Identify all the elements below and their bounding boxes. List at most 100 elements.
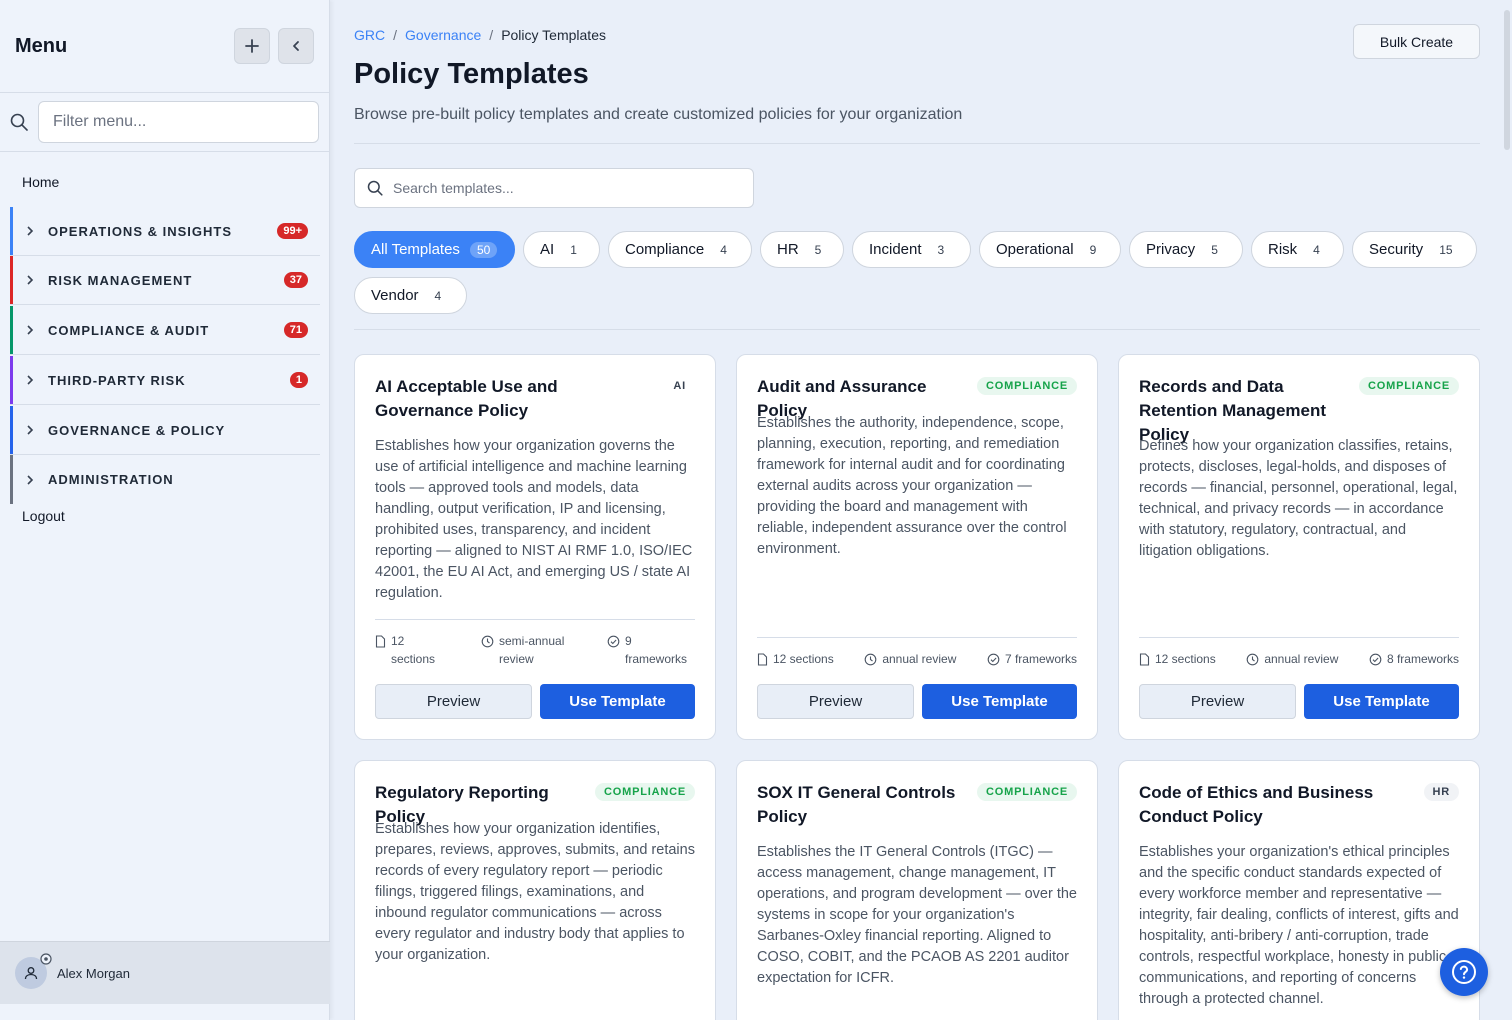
avatar[interactable]	[15, 953, 52, 989]
filter-label: AI	[540, 241, 555, 258]
filter-operational[interactable]: Operational 9	[979, 231, 1121, 268]
meta-sections: 12 sections	[391, 634, 436, 666]
search-templates-box[interactable]	[354, 168, 754, 208]
nav-section-governance-policy[interactable]: GOVERNANCE & POLICY	[10, 406, 320, 455]
menu-title: Menu	[15, 34, 68, 57]
use-template-button[interactable]: Use Template	[1304, 684, 1459, 719]
card-description: Establishes the IT General Controls (ITG…	[757, 844, 1077, 986]
use-template-button[interactable]: Use Template	[922, 684, 1077, 719]
filter-count: 1	[570, 242, 577, 257]
filter-security[interactable]: Security 15	[1352, 231, 1477, 268]
nav-badge: 1	[289, 372, 308, 388]
scrollbar[interactable]	[1502, 0, 1512, 1020]
breadcrumb-governance[interactable]: Governance	[405, 27, 481, 43]
breadcrumb-grc[interactable]: GRC	[354, 27, 385, 43]
plus-icon	[245, 39, 259, 53]
user-icon	[24, 967, 38, 980]
clock-icon	[864, 653, 877, 666]
nav-home[interactable]: Home	[0, 152, 329, 208]
sidebar-header: Menu	[0, 0, 329, 93]
meta-sections: 12 sections	[773, 652, 834, 666]
filter-hr[interactable]: HR 5	[760, 231, 844, 268]
clock-icon	[481, 635, 494, 648]
nav-badge: 71	[283, 322, 308, 338]
filter-label: Security	[1369, 241, 1424, 258]
filter-vendor[interactable]: Vendor 4	[354, 277, 467, 314]
card-description: Defines how your organization classifies…	[1139, 438, 1458, 559]
help-icon	[1452, 960, 1476, 984]
card-meta: 12 sections semi-annual review 9 framewo…	[375, 619, 695, 668]
filter-ai[interactable]: AI 1	[523, 231, 600, 268]
meta-sections: 12 sections	[1155, 652, 1216, 666]
collapse-sidebar-button[interactable]	[278, 28, 314, 64]
preview-button[interactable]: Preview	[757, 684, 914, 719]
category-tag: COMPLIANCE	[1359, 377, 1459, 395]
filter-label: Risk	[1268, 241, 1298, 258]
filter-count: 5	[814, 242, 822, 257]
chevron-right-icon	[26, 325, 36, 335]
check-circle-icon	[987, 653, 1000, 666]
document-icon	[1139, 653, 1150, 666]
filter-count: 3	[937, 242, 945, 257]
logout-link[interactable]: Logout	[22, 508, 65, 524]
chevron-right-icon	[26, 375, 36, 385]
filter-label: Operational	[996, 241, 1074, 258]
meta-review: annual review	[1264, 652, 1339, 666]
preview-button[interactable]: Preview	[375, 684, 532, 719]
meta-review: annual review	[882, 652, 957, 666]
nav-section-label: ADMINISTRATION	[48, 472, 174, 487]
nav-section-risk-management[interactable]: RISK MANAGEMENT 37	[10, 256, 320, 305]
nav-section-label: COMPLIANCE & AUDIT	[48, 322, 210, 338]
category-tag: HR	[1423, 783, 1459, 801]
filter-menu-input[interactable]	[38, 101, 319, 143]
card-meta: 12 sections annual review 8 frameworks	[1139, 637, 1459, 668]
search-icon	[10, 113, 30, 131]
nav-section-administration[interactable]: ADMINISTRATION	[10, 455, 320, 504]
add-button[interactable]	[234, 28, 270, 64]
category-tag: COMPLIANCE	[595, 783, 695, 801]
filter-count: 4	[434, 288, 442, 303]
card-title: SOX IT General Controls Policy	[757, 783, 956, 826]
search-icon	[367, 180, 383, 196]
scrollbar-thumb[interactable]	[1504, 10, 1510, 150]
chevron-right-icon	[26, 226, 36, 236]
template-card: Audit and Assurance Policy COMPLIANCE Es…	[736, 354, 1098, 740]
filter-label: Privacy	[1146, 241, 1196, 258]
divider	[354, 143, 1480, 144]
check-circle-icon	[1369, 653, 1382, 666]
preview-button[interactable]: Preview	[1139, 684, 1296, 719]
filter-label: Vendor	[371, 287, 419, 304]
gear-icon	[40, 953, 52, 965]
filter-count: 5	[1211, 242, 1218, 257]
template-card: Regulatory Reporting Policy COMPLIANCE E…	[354, 760, 716, 1020]
filter-privacy[interactable]: Privacy 5	[1129, 231, 1243, 268]
filter-count: 4	[720, 242, 727, 257]
help-button[interactable]	[1440, 948, 1488, 996]
nav-section-compliance-audit[interactable]: COMPLIANCE & AUDIT 71	[10, 306, 320, 355]
nav-section-operations[interactable]: OPERATIONS & INSIGHTS 99+	[10, 207, 320, 256]
template-card: SOX IT General Controls Policy COMPLIANC…	[736, 760, 1098, 1020]
nav-section-third-party-risk[interactable]: THIRD-PARTY RISK 1	[10, 356, 320, 405]
search-templates-input[interactable]	[393, 180, 753, 196]
filter-all-templates[interactable]: All Templates 50	[354, 231, 515, 268]
section-color-bar	[10, 455, 13, 504]
chevron-right-icon	[26, 425, 36, 435]
filter-compliance[interactable]: Compliance 4	[608, 231, 752, 268]
use-template-button[interactable]: Use Template	[540, 684, 695, 719]
nav-section-label: OPERATIONS & INSIGHTS	[48, 223, 232, 239]
card-description: Establishes your organization's ethical …	[1139, 844, 1459, 1007]
section-color-bar	[10, 256, 13, 304]
filter-count: 50	[469, 241, 498, 258]
card-description: Establishes how your organization govern…	[375, 438, 693, 601]
filter-incident[interactable]: Incident 3	[852, 231, 971, 268]
page-title: Policy Templates	[354, 58, 589, 90]
category-tag: COMPLIANCE	[977, 377, 1077, 395]
nav-badge: 99+	[277, 223, 308, 239]
breadcrumb-current: Policy Templates	[501, 27, 606, 43]
filter-risk[interactable]: Risk 4	[1251, 231, 1344, 268]
user-profile[interactable]: Alex Morgan	[0, 941, 330, 1004]
bulk-create-button[interactable]: Bulk Create	[1353, 24, 1480, 59]
check-circle-icon	[607, 635, 620, 648]
section-color-bar	[10, 306, 13, 354]
chevron-right-icon	[26, 474, 36, 485]
